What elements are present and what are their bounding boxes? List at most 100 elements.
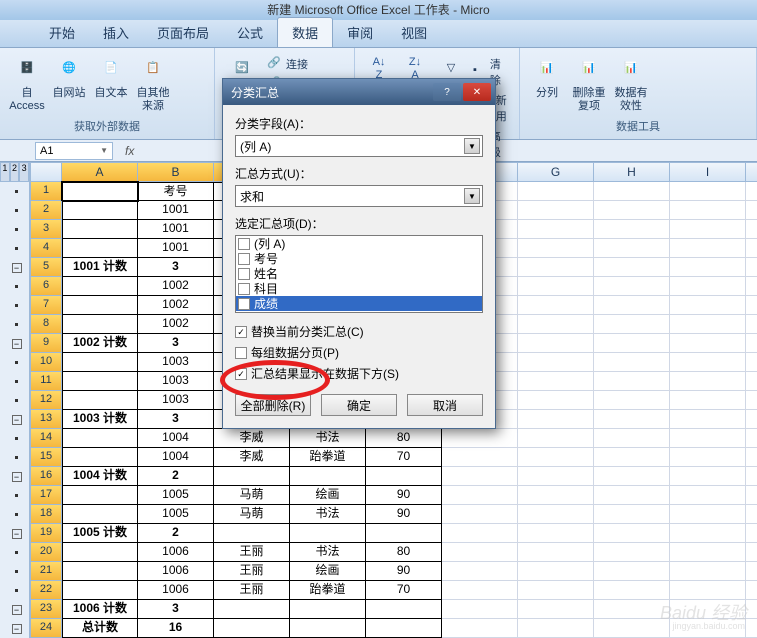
chevron-down-icon[interactable]: ▼ — [464, 138, 480, 154]
cell[interactable] — [518, 562, 594, 581]
cell[interactable] — [746, 220, 757, 239]
list-item[interactable]: ✓成绩 — [236, 296, 482, 311]
cell[interactable]: 1003 — [138, 391, 214, 410]
cell[interactable]: 90 — [366, 562, 442, 581]
cell[interactable]: 1005 计数 — [62, 524, 138, 543]
cell[interactable] — [518, 201, 594, 220]
cell[interactable]: 绘画 — [290, 562, 366, 581]
row-header[interactable]: 13 — [30, 410, 62, 429]
outline-toggle[interactable] — [4, 448, 29, 467]
field-combobox[interactable]: (列 A) ▼ — [235, 135, 483, 157]
cell[interactable]: 1003 — [138, 372, 214, 391]
row-header[interactable]: 14 — [30, 429, 62, 448]
cell[interactable] — [746, 201, 757, 220]
cell[interactable] — [62, 182, 138, 201]
tab-页面布局[interactable]: 页面布局 — [143, 18, 223, 47]
cell[interactable] — [62, 296, 138, 315]
outline-toggle[interactable] — [4, 391, 29, 410]
cell[interactable] — [594, 353, 670, 372]
cell[interactable]: 70 — [366, 581, 442, 600]
cell[interactable] — [746, 258, 757, 277]
cell[interactable] — [62, 505, 138, 524]
cell[interactable] — [62, 277, 138, 296]
cell[interactable] — [746, 429, 757, 448]
cell[interactable]: 1005 — [138, 486, 214, 505]
cell[interactable]: 80 — [366, 429, 442, 448]
row-header[interactable]: 4 — [30, 239, 62, 258]
cell[interactable] — [746, 353, 757, 372]
cell[interactable] — [670, 429, 746, 448]
cell[interactable] — [214, 600, 290, 619]
cell[interactable] — [442, 543, 518, 562]
row-header[interactable]: 9 — [30, 334, 62, 353]
cell[interactable] — [746, 448, 757, 467]
cell[interactable] — [594, 258, 670, 277]
cell[interactable] — [290, 524, 366, 543]
cell[interactable] — [746, 182, 757, 201]
cell[interactable] — [594, 277, 670, 296]
cell[interactable]: 3 — [138, 258, 214, 277]
cell[interactable] — [518, 467, 594, 486]
cell[interactable] — [746, 334, 757, 353]
outline-toggle[interactable]: − — [4, 334, 29, 353]
cell[interactable] — [594, 182, 670, 201]
cell[interactable] — [518, 182, 594, 201]
cell[interactable] — [214, 619, 290, 638]
fx-icon[interactable]: fx — [117, 144, 134, 158]
cell[interactable]: 70 — [366, 448, 442, 467]
cell[interactable] — [442, 600, 518, 619]
cell[interactable] — [594, 391, 670, 410]
cell[interactable] — [670, 524, 746, 543]
cell[interactable] — [594, 220, 670, 239]
cell[interactable] — [518, 619, 594, 638]
cell[interactable]: 1001 — [138, 239, 214, 258]
external-data-1[interactable]: 🌐自网站 — [48, 51, 90, 102]
cell[interactable] — [290, 619, 366, 638]
outline-toggle[interactable]: − — [4, 467, 29, 486]
col-header-J[interactable]: J — [746, 162, 757, 182]
cell[interactable] — [670, 201, 746, 220]
outline-toggle[interactable] — [4, 562, 29, 581]
row-header[interactable]: 21 — [30, 562, 62, 581]
cell[interactable] — [670, 239, 746, 258]
cell[interactable]: 1002 — [138, 277, 214, 296]
cell[interactable] — [670, 505, 746, 524]
cell[interactable] — [442, 619, 518, 638]
cell[interactable] — [670, 220, 746, 239]
cell[interactable] — [594, 334, 670, 353]
cell[interactable] — [746, 524, 757, 543]
outline-toggle[interactable]: − — [4, 410, 29, 429]
cell[interactable] — [670, 353, 746, 372]
cell[interactable] — [670, 410, 746, 429]
cell[interactable]: 3 — [138, 334, 214, 353]
row-header[interactable]: 18 — [30, 505, 62, 524]
method-combobox[interactable]: 求和 ▼ — [235, 185, 483, 207]
cell[interactable] — [518, 410, 594, 429]
cell[interactable] — [62, 315, 138, 334]
cell[interactable] — [62, 201, 138, 220]
ok-button[interactable]: 确定 — [321, 394, 397, 416]
cell[interactable] — [214, 467, 290, 486]
tab-公式[interactable]: 公式 — [223, 18, 277, 47]
cell[interactable] — [442, 467, 518, 486]
row-header[interactable]: 3 — [30, 220, 62, 239]
cancel-button[interactable]: 取消 — [407, 394, 483, 416]
cell[interactable]: 跆拳道 — [290, 581, 366, 600]
cell[interactable] — [746, 562, 757, 581]
cell[interactable]: 1002 计数 — [62, 334, 138, 353]
row-header[interactable]: 7 — [30, 296, 62, 315]
cell[interactable]: 1002 — [138, 296, 214, 315]
cell[interactable] — [594, 201, 670, 220]
cell[interactable] — [594, 448, 670, 467]
cell[interactable] — [594, 429, 670, 448]
row-header[interactable]: 6 — [30, 277, 62, 296]
list-item[interactable]: 考号 — [236, 251, 482, 266]
cell[interactable] — [442, 486, 518, 505]
cell[interactable] — [746, 410, 757, 429]
cell[interactable] — [746, 372, 757, 391]
cell[interactable] — [746, 619, 757, 638]
cell[interactable] — [518, 220, 594, 239]
cell[interactable] — [518, 391, 594, 410]
row-header[interactable]: 1 — [30, 182, 62, 201]
cell[interactable] — [594, 410, 670, 429]
